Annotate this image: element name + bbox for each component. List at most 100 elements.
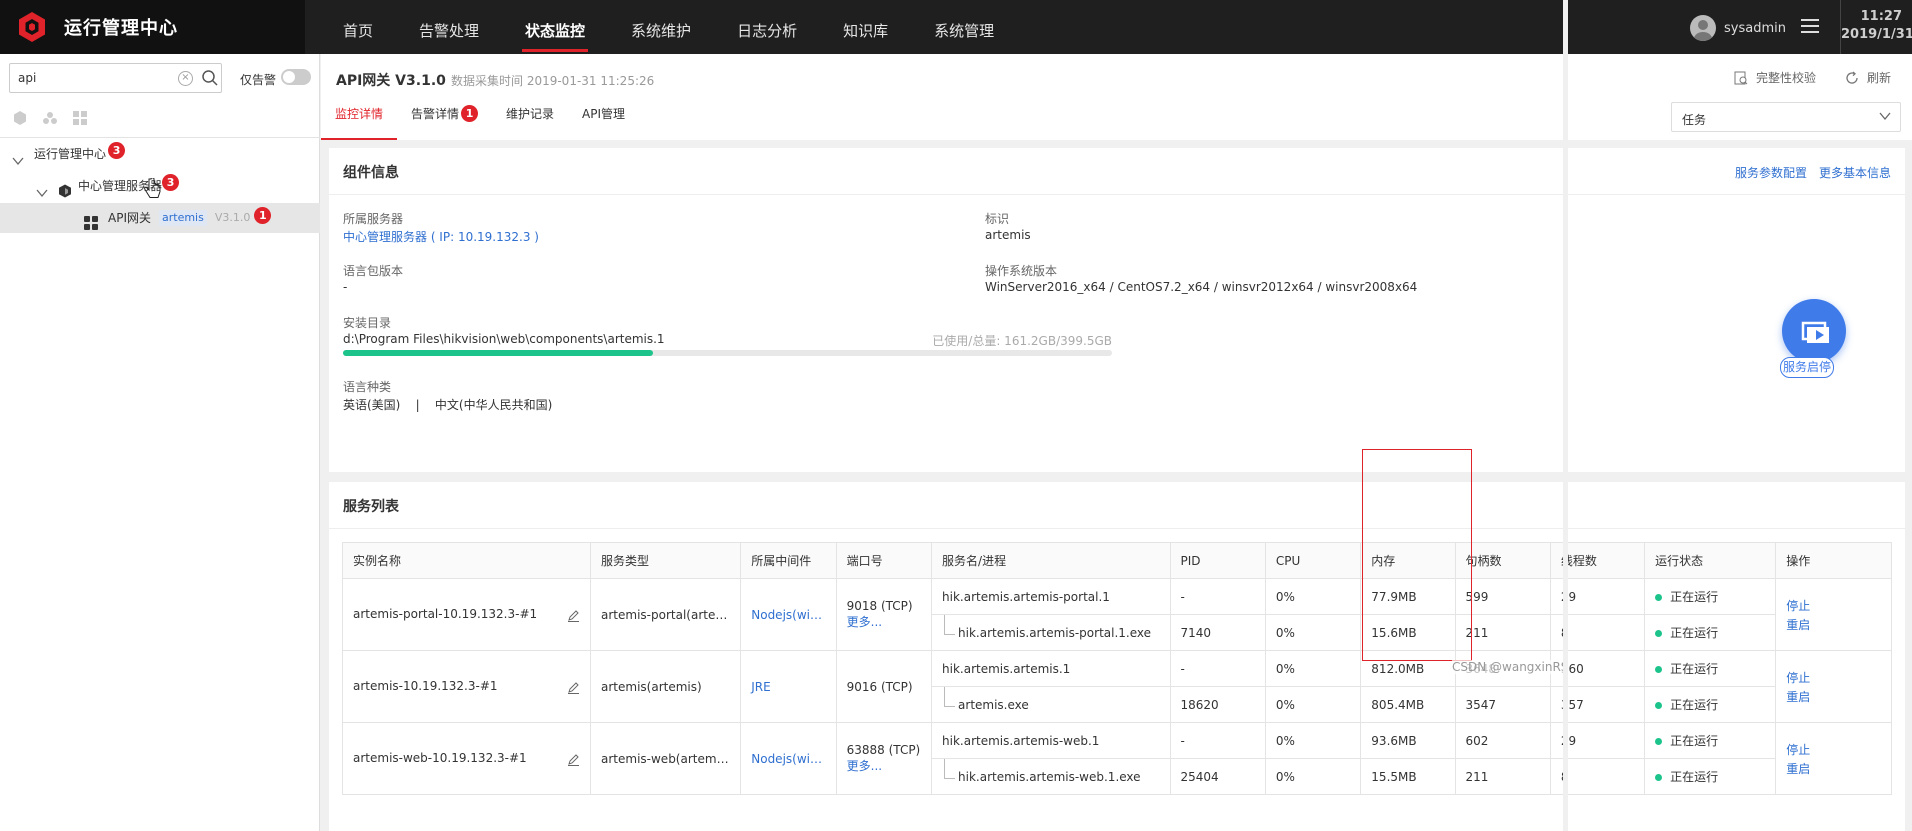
port-more-link[interactable]: 更多... [847,613,921,630]
tree-node-center[interactable]: 运行管理中心 3 [12,139,126,169]
restart-button[interactable]: 重启 [1786,760,1881,777]
component-version: V3.1.0 [214,211,251,224]
tree-toolbar [12,110,88,126]
language-label: 语言种类 [343,380,392,394]
disk-usage-fill [343,350,653,356]
nav-item-5[interactable]: 知识库 [820,0,911,54]
tab-api-management[interactable]: API管理 [568,100,639,140]
restart-button[interactable]: 重启 [1786,616,1881,633]
pid-cell: 7140 [1169,614,1266,651]
process-cell: hik.artemis.artemis.1 [931,650,1171,687]
column-header[interactable]: 所属中间件 [740,542,837,579]
memory-cell: 805.4MB [1360,686,1456,723]
service-params-link[interactable]: 服务参数配置 [1735,164,1807,181]
process-cell: hik.artemis.artemis-portal.1 [931,578,1171,615]
middleware-link[interactable]: JRE [740,650,837,723]
process-cell: hik.artemis.artemis-web.1.exe [931,758,1171,795]
edit-icon[interactable] [567,753,580,766]
column-header[interactable]: 服务名/进程 [931,542,1171,579]
nav-item-6[interactable]: 系统管理 [911,0,1017,54]
tree-node-api-gateway[interactable]: API网关 artemis V3.1.0 1 [0,203,320,233]
tree-node-label: API网关 [108,211,151,225]
cpu-cell: 0% [1264,722,1362,759]
clock-date: 2019/1/31 [1841,27,1912,42]
lang-pkg-value: - [343,280,348,294]
more-basic-info-link[interactable]: 更多基本信息 [1819,164,1891,181]
status-text: 正在运行 [1670,590,1719,604]
service-start-stop-label[interactable]: 服务启停 [1780,357,1834,378]
server-link[interactable]: 中心管理服务器 ( IP: 10.19.132.3 ) [343,228,539,245]
tree-node-server[interactable]: 中心管理服务器 3 [36,171,180,201]
column-header[interactable]: CPU [1264,542,1362,579]
stop-button[interactable]: 停止 [1786,669,1881,686]
add-server-icon[interactable] [12,110,28,126]
column-header[interactable]: 服务类型 [590,542,742,579]
card-links: 服务参数配置 更多基本信息 [1735,164,1891,181]
process-cell: artemis.exe [931,686,1171,723]
chevron-down-icon[interactable] [12,148,24,166]
alarm-count-badge: 1 [461,105,479,122]
nav-item-3[interactable]: 系统维护 [608,0,714,54]
clear-icon[interactable]: × [178,71,193,86]
nav-item-2[interactable]: 状态监控 [502,0,608,54]
column-header[interactable]: 操作 [1775,542,1892,579]
edit-icon[interactable] [567,681,580,694]
add-group-icon[interactable] [72,110,88,126]
column-header[interactable]: 实例名称 [341,542,592,579]
disk-usage-bar [343,350,1112,356]
user-menu[interactable]: sysadmin [1690,15,1786,41]
nav-item-4[interactable]: 日志分析 [714,0,820,54]
integrity-check-button[interactable]: 完整性校验 [1734,69,1816,86]
table-row: artemis-portal-10.19.132.3-#1 artemis-por… [341,578,1892,651]
table-row: artemis-web-10.19.132.3-#1 artemis-web(ar… [341,722,1892,795]
search-input[interactable]: api [18,71,36,85]
install-dir-label: 安装目录 [343,316,392,330]
id-value: artemis [985,228,1031,242]
stop-button[interactable]: 停止 [1786,741,1881,758]
collect-time: 数据采集时间 2019-01-31 11:25:26 [451,74,655,88]
chevron-down-icon[interactable] [36,180,48,198]
tab-alarm-detail[interactable]: 告警详情 1 [397,100,492,140]
os-label: 操作系统版本 [985,264,1058,278]
main-content: API网关 V3.1.0 数据采集时间 2019-01-31 11:25:26 … [321,54,1912,831]
middleware-link[interactable]: Nodejs(win... [740,722,837,795]
disk-usage-text: 已使用/总量: 161.2GB/399.5GB [932,334,1112,348]
nav-item-1[interactable]: 告警处理 [396,0,502,54]
search-icon[interactable] [201,69,219,87]
hamburger-menu-icon[interactable] [1800,17,1820,35]
service-start-stop-fab[interactable] [1782,299,1846,363]
edit-icon[interactable] [567,609,580,622]
refresh-icon [1846,71,1858,84]
tab-monitor-detail[interactable]: 监控详情 [321,100,398,140]
task-select[interactable]: 任务 [1671,102,1901,132]
instance-name-cell: artemis-10.19.132.3-#1 [341,650,592,723]
handles-cell: 602 [1454,722,1551,759]
middleware-link[interactable]: Nodejs(win... [740,578,837,651]
status-dot-icon [1655,702,1663,709]
status-highlight-box [1362,449,1472,661]
alarm-only-label: 仅告警 [240,73,277,87]
avatar-icon [1690,15,1716,41]
restart-button[interactable]: 重启 [1786,688,1881,705]
port-value: 9016 (TCP) [846,679,913,694]
component-icon [84,211,98,230]
column-header[interactable]: 端口号 [835,542,933,579]
status-dot-icon [1655,774,1663,781]
alarm-only-toggle[interactable] [281,69,311,85]
scrollbar[interactable] [1563,0,1568,831]
refresh-button[interactable]: 刷新 [1845,69,1891,86]
cpu-cell: 0% [1264,578,1362,615]
column-header[interactable]: PID [1169,542,1266,579]
port-value: 63888 (TCP) [846,743,921,757]
column-header[interactable]: 运行状态 [1644,542,1777,579]
search-box[interactable]: api × [9,63,222,93]
add-component-icon[interactable] [42,110,58,126]
user-name: sysadmin [1724,20,1786,36]
port-more-link[interactable]: 更多... [847,757,921,774]
nav-item-0[interactable]: 首页 [320,0,396,54]
alarm-count-badge: 3 [108,141,126,159]
tab-maintenance-log[interactable]: 维护记录 [492,100,568,140]
service-type-cell: artemis(artemis) [590,650,742,723]
stop-button[interactable]: 停止 [1786,597,1881,614]
status-text: 正在运行 [1670,734,1719,748]
